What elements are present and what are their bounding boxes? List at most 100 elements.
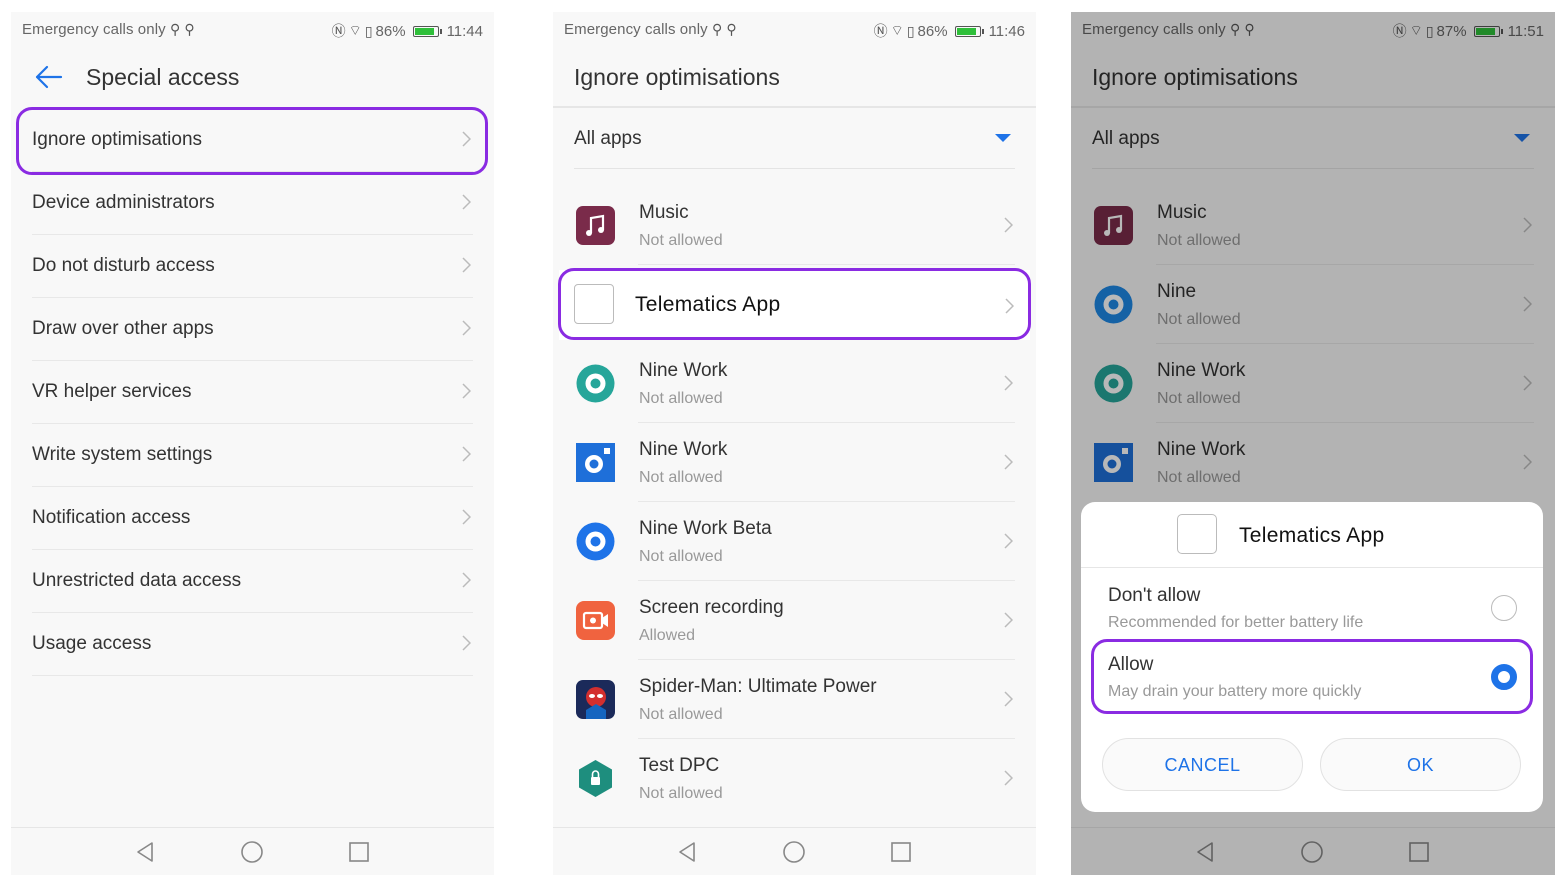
filter-label: All apps	[574, 128, 642, 149]
divider	[553, 106, 1036, 108]
screen-recording-icon	[576, 601, 615, 640]
app-status: Not allowed	[639, 548, 723, 565]
screen-special-access: Emergency calls only ⚲ ⚲ Ⓝ ⌔ ▯ 86% 11:44…	[11, 12, 494, 875]
chevron-right-icon	[1004, 375, 1013, 391]
sim-icon: ▯	[364, 22, 373, 39]
app-row-screen-recording[interactable]: Screen recording Allowed	[553, 581, 1036, 660]
option-dont-allow[interactable]: Don't allow Recommended for better batte…	[1081, 573, 1543, 642]
usb-icon: ⚲ ⚲	[170, 21, 195, 37]
clock: 11:46	[988, 22, 1025, 40]
status-bar: Emergency calls only ⚲ ⚲ Ⓝ ⌔ ▯ 86% 11:44	[11, 12, 494, 46]
sim-icon: ▯	[906, 22, 915, 39]
app-name: Music	[639, 202, 689, 223]
option-subtitle: Recommended for better battery life	[1108, 614, 1364, 631]
app-status: Not allowed	[639, 232, 723, 249]
menu-item-label: Unrestricted data access	[32, 570, 242, 591]
menu-item-label: Usage access	[32, 633, 152, 654]
app-row-nine-work[interactable]: Nine Work Not allowed	[553, 344, 1036, 423]
menu-item-notification-access[interactable]: Notification access	[32, 487, 473, 550]
navigation-bar	[11, 827, 494, 875]
chevron-right-icon	[1004, 454, 1013, 470]
chevron-right-icon	[462, 446, 471, 462]
dropdown-caret-icon	[995, 134, 1011, 142]
clock: 11:44	[446, 22, 483, 40]
cancel-button[interactable]: CANCEL	[1102, 738, 1303, 791]
app-name: Spider-Man: Ultimate Power	[639, 676, 877, 697]
app-name: Nine Work	[639, 439, 728, 460]
status-bar: Emergency calls only ⚲ ⚲ Ⓝ ⌔ ▯ 86% 11:46	[553, 12, 1036, 46]
divider	[638, 264, 1015, 265]
app-filter-dropdown[interactable]: All apps	[574, 112, 1015, 169]
menu-item-label: VR helper services	[32, 381, 192, 402]
battery-icon	[954, 25, 984, 37]
app-row-nine-work[interactable]: Nine Work Not allowed	[553, 423, 1036, 502]
menu-item-label: Draw over other apps	[32, 318, 214, 339]
menu-item-device-administrators[interactable]: Device administrators	[32, 172, 473, 235]
nav-recents-icon[interactable]	[889, 840, 913, 864]
app-row-nine-work-beta[interactable]: Nine Work Beta Not allowed	[553, 502, 1036, 581]
app-status: Allowed	[639, 627, 696, 644]
nav-home-icon[interactable]	[240, 840, 264, 864]
chevron-right-icon	[462, 572, 471, 588]
status-carrier-text: Emergency calls only	[564, 21, 708, 38]
menu-item-label: Device administrators	[32, 192, 215, 213]
battery-percent: 86%	[375, 22, 406, 40]
dialog-title: Telematics App	[1239, 524, 1385, 547]
screen-ignore-optimisations: Emergency calls only ⚲ ⚲ Ⓝ ⌔ ▯ 86% 11:46…	[553, 12, 1036, 875]
app-name: Nine Work Beta	[639, 518, 772, 539]
battery-icon	[412, 25, 442, 37]
nfc-icon: Ⓝ	[331, 23, 346, 39]
spiderman-icon	[576, 680, 615, 719]
screen-ignore-optimisations-dialog: Emergency calls only ⚲ ⚲ Ⓝ ⌔ ▯ 87% 11:51…	[1071, 12, 1555, 875]
nine-work-green-icon	[576, 364, 615, 403]
page-title: Ignore optimisations	[574, 64, 780, 90]
nfc-icon: Ⓝ	[873, 23, 888, 39]
radio-unselected[interactable]	[1491, 595, 1517, 621]
battery-optimisation-dialog: Telematics App Don't allow Recommended f…	[1081, 502, 1543, 812]
chevron-right-icon	[462, 320, 471, 336]
status-carrier-text: Emergency calls only	[22, 21, 166, 38]
highlight-outline	[558, 268, 1031, 340]
ok-button[interactable]: OK	[1320, 738, 1521, 791]
menu-item-usage-access[interactable]: Usage access	[32, 613, 473, 676]
highlight-outline	[16, 107, 488, 175]
chevron-right-icon	[1004, 612, 1013, 628]
nav-back-icon[interactable]	[675, 840, 699, 864]
app-row-spiderman[interactable]: Spider-Man: Ultimate Power Not allowed	[553, 660, 1036, 739]
app-status: Not allowed	[639, 706, 723, 723]
chevron-right-icon	[462, 635, 471, 651]
app-name: Screen recording	[639, 597, 784, 618]
battery-percent: 86%	[917, 22, 948, 40]
page-title: Special access	[86, 64, 240, 90]
nine-work-square-icon	[576, 443, 615, 482]
wifi-icon: ⌔	[890, 22, 904, 38]
app-row-music[interactable]: Music Not allowed	[553, 186, 1036, 265]
nav-recents-icon[interactable]	[347, 840, 371, 864]
app-status: Not allowed	[639, 469, 723, 486]
music-icon	[576, 206, 615, 245]
option-title: Don't allow	[1108, 585, 1201, 606]
menu-item-label: Notification access	[32, 507, 191, 528]
menu-item-write-system-settings[interactable]: Write system settings	[32, 424, 473, 487]
menu-item-vr-helper-services[interactable]: VR helper services	[32, 361, 473, 424]
chevron-right-icon	[462, 383, 471, 399]
menu-item-do-not-disturb-access[interactable]: Do not disturb access	[32, 235, 473, 298]
nav-home-icon[interactable]	[782, 840, 806, 864]
app-status: Not allowed	[639, 390, 723, 407]
menu-item-unrestricted-data-access[interactable]: Unrestricted data access	[32, 550, 473, 613]
chevron-right-icon	[1004, 770, 1013, 786]
menu-item-draw-over-other-apps[interactable]: Draw over other apps	[32, 298, 473, 361]
app-row-test-dpc[interactable]: Test DPC Not allowed	[553, 739, 1036, 818]
nav-back-icon[interactable]	[133, 840, 157, 864]
chevron-right-icon	[1004, 217, 1013, 233]
app-name: Nine Work	[639, 360, 728, 381]
app-placeholder-icon	[1177, 514, 1217, 554]
back-arrow-icon[interactable]	[33, 64, 63, 90]
chevron-right-icon	[462, 194, 471, 210]
app-bar: Ignore optimisations	[553, 46, 1036, 108]
chevron-right-icon	[462, 509, 471, 525]
app-status: Not allowed	[639, 785, 723, 802]
test-dpc-icon	[579, 760, 612, 797]
chevron-right-icon	[1004, 691, 1013, 707]
app-name: Test DPC	[639, 755, 720, 776]
